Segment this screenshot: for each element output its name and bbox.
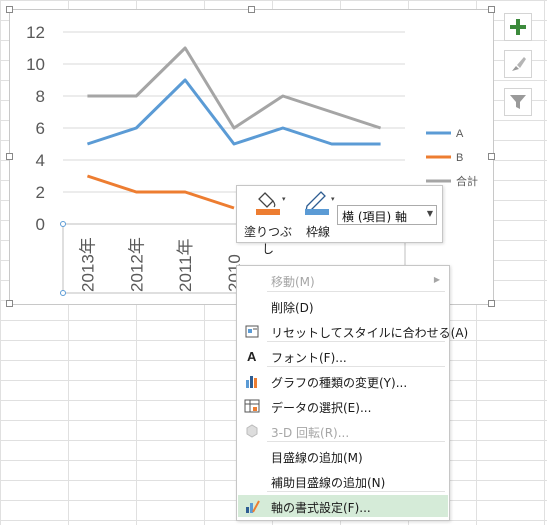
chart-elements-button[interactable] xyxy=(504,13,532,41)
y-tick-label: 10 xyxy=(26,55,45,74)
chart-element-value: 横 (項目) 軸 xyxy=(342,210,407,224)
axis-handle[interactable] xyxy=(60,221,66,227)
menu-item[interactable]: 軸の書式設定(F)... xyxy=(238,495,448,517)
series-line-1[interactable] xyxy=(86,78,381,146)
resize-handle[interactable] xyxy=(488,6,495,13)
menu-item[interactable]: 3-D 回転(R)... xyxy=(238,420,448,442)
resize-handle[interactable] xyxy=(248,6,255,13)
chart-type-icon xyxy=(244,373,260,389)
chevron-right-icon: ▶ xyxy=(433,275,440,284)
y-tick-label: 4 xyxy=(36,151,45,170)
y-tick-label: 6 xyxy=(36,119,45,138)
legend-label: A xyxy=(456,128,464,140)
menu-separator xyxy=(267,291,445,292)
menu-item-label: フォント(F)... xyxy=(271,351,347,365)
y-tick-label: 0 xyxy=(36,215,45,234)
menu-item-label: リセットしてスタイルに合わせる(A) xyxy=(271,326,469,340)
menu-item-label: グラフの種類の変更(Y)... xyxy=(271,376,408,390)
select-data-icon xyxy=(244,398,260,414)
menu-item-label: 削除(D) xyxy=(271,301,314,315)
svg-text:▾: ▾ xyxy=(282,195,286,203)
menu-item[interactable]: 補助目盛線の追加(N) xyxy=(238,470,448,492)
menu-item[interactable]: 移動(M) ▶ xyxy=(238,269,448,291)
menu-item[interactable]: リセットしてスタイルに合わせる(A) xyxy=(238,320,468,342)
menu-item[interactable]: グラフの種類の変更(Y)... xyxy=(238,370,448,392)
mini-toolbar: ▾ 塗りつぶし ▾ 枠線 横 (項目) 軸 ▼ xyxy=(236,185,443,256)
menu-item[interactable]: A フォント(F)... xyxy=(238,345,448,367)
chevron-down-icon: ▼ xyxy=(426,209,433,218)
font-icon: A xyxy=(244,348,260,364)
menu-item[interactable]: 目盛線の追加(M) xyxy=(238,445,448,467)
legend-label: 合計 xyxy=(456,174,478,188)
menu-item[interactable]: 削除(D) xyxy=(238,295,448,317)
reset-style-icon xyxy=(244,323,260,339)
menu-item-label: 軸の書式設定(F)... xyxy=(271,501,371,515)
resize-handle[interactable] xyxy=(488,153,495,160)
fill-button[interactable]: ▾ 塗りつぶし xyxy=(243,189,293,256)
svg-text:▾: ▾ xyxy=(331,195,335,203)
axis-handle[interactable] xyxy=(60,290,66,296)
y-tick-label: 12 xyxy=(26,23,45,42)
chart-styles-button[interactable] xyxy=(504,50,532,78)
fill-label: 塗りつぶし xyxy=(243,225,293,256)
chart-filters-button[interactable] xyxy=(504,88,532,116)
legend-label: B xyxy=(456,152,463,164)
series-line-3[interactable] xyxy=(87,46,382,130)
resize-handle[interactable] xyxy=(6,300,13,307)
x-tick-label: 2012年 xyxy=(127,237,146,292)
chart-area[interactable]: 0246810122013年2012年2011年2010090807AB合計 xyxy=(9,9,494,305)
resize-handle[interactable] xyxy=(488,300,495,307)
filter-icon xyxy=(510,95,526,109)
chart-element-select[interactable]: 横 (項目) 軸 ▼ xyxy=(337,205,437,225)
outline-button[interactable]: ▾ 枠線 xyxy=(293,189,343,239)
y-tick-label: 2 xyxy=(36,183,45,202)
brush-icon xyxy=(512,57,526,71)
y-tick-label: 8 xyxy=(36,87,45,106)
resize-handle[interactable] xyxy=(6,6,13,13)
paint-bucket-icon: ▾ xyxy=(256,192,286,215)
line-chart[interactable]: 0246810122013年2012年2011年2010090807AB合計 xyxy=(10,10,493,304)
x-tick-label: 2011年 xyxy=(176,238,195,292)
menu-item-label: 3-D 回転(R)... xyxy=(271,426,350,440)
context-menu: 移動(M) ▶ 削除(D) リセットしてスタイルに合わせる(A) A フォント(F)...… xyxy=(236,265,468,521)
menu-item-label: 補助目盛線の追加(N) xyxy=(271,476,386,490)
svg-text:A: A xyxy=(247,349,257,364)
rotate-3d-icon xyxy=(244,423,260,439)
pen-icon: ▾ xyxy=(305,191,335,215)
resize-handle[interactable] xyxy=(6,153,13,160)
menu-item-label: 目盛線の追加(M) xyxy=(271,451,363,465)
menu-item-label: 移動(M) xyxy=(271,275,315,289)
plus-icon xyxy=(510,19,526,35)
format-axis-icon xyxy=(244,498,260,514)
menu-item[interactable]: データの選択(E)... xyxy=(238,395,448,417)
menu-item-label: データの選択(E)... xyxy=(271,401,372,415)
outline-label: 枠線 xyxy=(305,225,330,239)
x-tick-label: 2013年 xyxy=(78,237,97,292)
